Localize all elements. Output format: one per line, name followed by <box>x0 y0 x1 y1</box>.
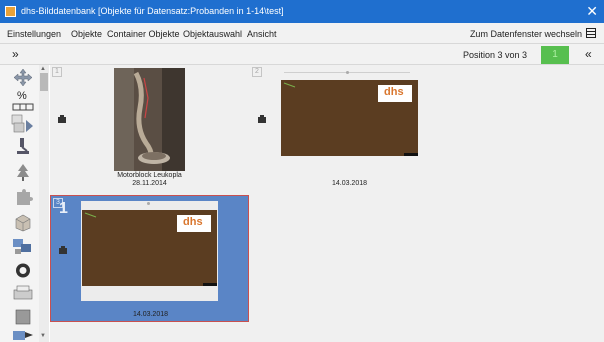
box-icon[interactable] <box>11 213 35 232</box>
app-icon <box>5 6 16 17</box>
collapse-chevron-icon[interactable]: « <box>585 47 592 61</box>
scrollbar-thumb[interactable] <box>40 73 48 91</box>
window-switch-icon[interactable] <box>586 28 596 38</box>
tree-icon[interactable] <box>11 163 35 182</box>
object-card-3[interactable]: 3 1 dhs 14.03.2018 <box>50 195 249 322</box>
scanner-icon[interactable] <box>11 284 35 303</box>
dhs-copy-icon[interactable] <box>11 114 35 134</box>
swap-icon[interactable] <box>11 328 35 342</box>
microscope-icon[interactable] <box>11 137 35 156</box>
dhs-logo: dhs <box>378 85 412 102</box>
left-toolbar: % <box>0 65 42 342</box>
close-icon[interactable]: ✕ <box>586 3 598 19</box>
card-number: 2 <box>252 67 262 77</box>
scale-marker <box>346 71 349 74</box>
object-card-1[interactable]: 1 Motorblock Leukopla 28.11.2014 <box>50 65 250 195</box>
card-number: 1 <box>52 67 62 77</box>
scroll-up-icon[interactable]: ▲ <box>40 66 46 72</box>
menu-bar: Einstellungen Objekte Container Objekte … <box>0 23 604 44</box>
grid-icon[interactable] <box>11 103 35 111</box>
card-badge-number: 1 <box>59 200 68 217</box>
green-mark <box>84 212 97 218</box>
computers-icon[interactable] <box>11 237 35 256</box>
scale-marker <box>147 202 150 205</box>
green-mark <box>283 82 296 88</box>
menu-container-objekte[interactable]: Container Objekte <box>107 29 180 39</box>
dhs-photo[interactable]: dhs <box>82 210 217 286</box>
green-action-button[interactable]: 1 <box>541 46 569 64</box>
vertical-scrollbar[interactable] <box>39 65 49 342</box>
puzzle-icon[interactable] <box>11 188 35 207</box>
card-caption-title: Motorblock Leukopla <box>117 172 182 179</box>
navigation-row: » Position 3 von 3 1 « <box>0 44 604 65</box>
expand-chevron-icon[interactable]: » <box>12 47 19 61</box>
card-caption-date: 14.03.2018 <box>331 180 368 187</box>
scroll-down-icon[interactable]: ▼ <box>40 333 46 339</box>
cross-arrows-icon[interactable] <box>11 68 35 87</box>
menu-objektauswahl[interactable]: Objektauswahl <box>183 29 242 39</box>
title-bar: dhs-Bilddatenbank [Objekte für Datensatz… <box>0 0 604 23</box>
object-card-2[interactable]: 2 dhs 14.03.2018 <box>250 65 450 195</box>
motorblock-photo[interactable] <box>114 68 185 171</box>
position-indicator: Position 3 von 3 <box>463 50 528 60</box>
card-caption-date: 28.11.2014 <box>132 180 167 187</box>
card-caption-date: 14.03.2018 <box>132 311 169 318</box>
monitor-icon[interactable] <box>11 308 35 327</box>
camera-icon[interactable] <box>57 114 67 124</box>
camera-icon[interactable] <box>257 114 267 124</box>
dhs-photo[interactable]: dhs <box>281 80 418 156</box>
window-title: dhs-Bilddatenbank [Objekte für Datensatz… <box>21 6 284 16</box>
switch-window-link[interactable]: Zum Datenfenster wechseln <box>470 29 582 39</box>
ring-icon[interactable] <box>11 261 35 280</box>
percent-icon[interactable]: % <box>17 90 27 102</box>
object-grid: 1 Motorblock Leukopla 28.11.2014 2 dhs 1… <box>50 65 604 342</box>
dhs-logo: dhs <box>177 215 211 232</box>
menu-objekte[interactable]: Objekte <box>71 29 102 39</box>
menu-einstellungen[interactable]: Einstellungen <box>7 29 61 39</box>
menu-ansicht[interactable]: Ansicht <box>247 29 277 39</box>
camera-icon[interactable] <box>58 245 68 255</box>
